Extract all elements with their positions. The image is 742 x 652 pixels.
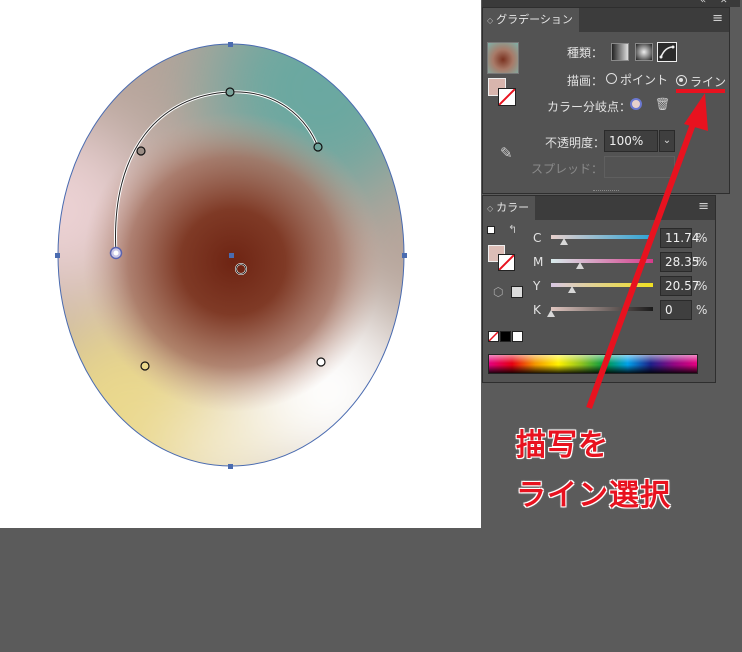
annotation-arrow-shaft	[586, 122, 696, 410]
annotation-text-line2: ライン選択	[516, 478, 671, 513]
annotation-arrow-layer	[586, 89, 725, 410]
annotation-text-line1: 描写を	[516, 428, 609, 463]
annotation-arrow-head	[684, 93, 708, 131]
